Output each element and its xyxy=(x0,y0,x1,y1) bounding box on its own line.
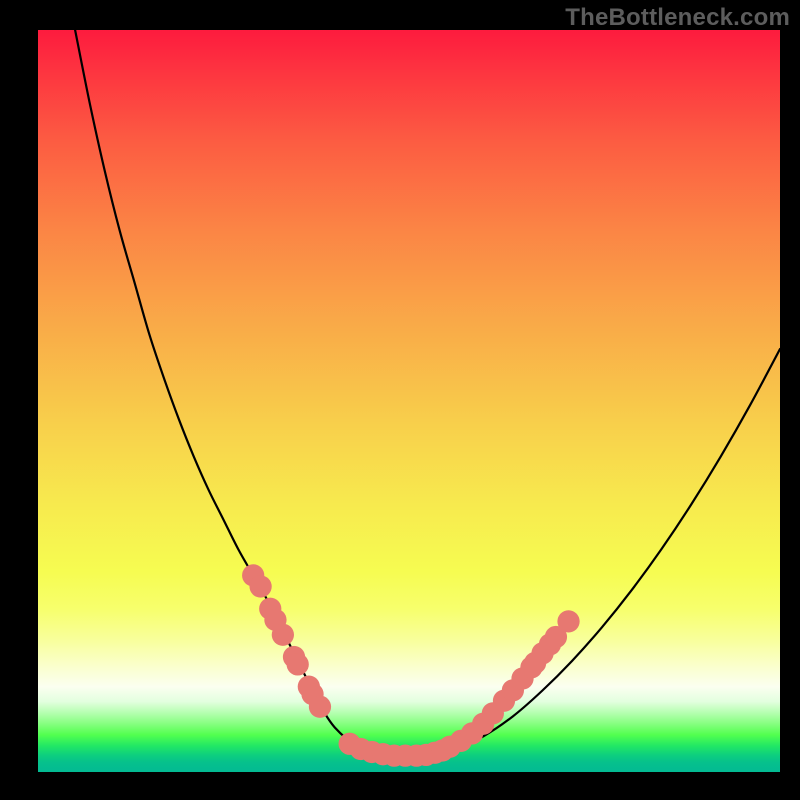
highlight-dots-group xyxy=(242,564,580,767)
bottleneck-curve xyxy=(75,30,780,756)
highlight-dot xyxy=(287,653,309,675)
highlight-dot xyxy=(249,575,271,597)
highlight-dot xyxy=(272,624,294,646)
chart-overlay-svg xyxy=(38,30,780,772)
watermark-label: TheBottleneck.com xyxy=(565,4,790,32)
highlight-dot xyxy=(309,696,331,718)
chart-plot-area xyxy=(38,30,780,772)
chart-outer-frame: TheBottleneck.com xyxy=(0,0,800,800)
highlight-dot xyxy=(557,610,579,632)
